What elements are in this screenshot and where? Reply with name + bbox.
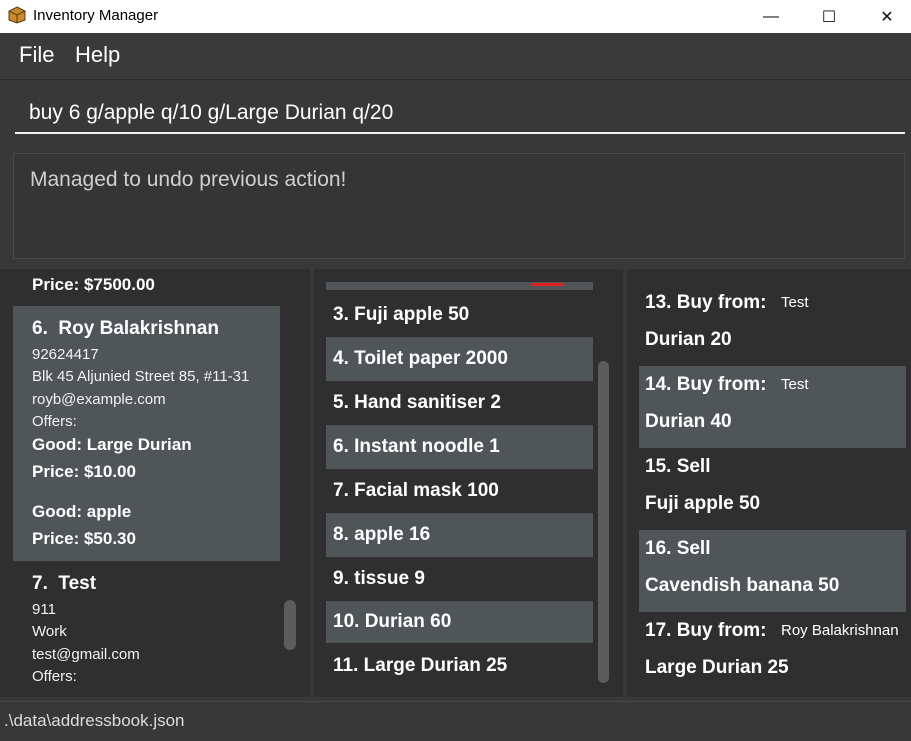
offer-price: Price: $50.30 <box>32 529 136 548</box>
command-input[interactable] <box>15 94 905 134</box>
person-list-scrollbar[interactable] <box>284 600 296 650</box>
offers-label: Offers: <box>32 413 77 430</box>
menu-bar: File Help <box>0 33 911 80</box>
transaction-row[interactable]: 14. Buy from: Test Durian 40 <box>639 366 906 448</box>
app-box-icon <box>8 6 26 24</box>
offer-price: Price: $10.00 <box>32 462 136 481</box>
transaction-row[interactable]: 15. Sell Fuji apple 50 <box>639 448 906 530</box>
transaction-header: 17. Buy from: <box>645 620 767 641</box>
good-row[interactable]: 11. Large Durian 25 <box>326 644 593 688</box>
transaction-header: 13. Buy from: <box>645 292 767 313</box>
inventory-list-scrollbar[interactable] <box>598 361 609 683</box>
window-title: Inventory Manager <box>33 7 159 24</box>
good-row[interactable]: 6. Instant noodle 1 <box>326 425 593 469</box>
person-address: Work <box>32 623 67 640</box>
maximize-button[interactable]: ☐ <box>800 0 858 33</box>
transaction-party: Roy Balakrishnan <box>781 622 899 639</box>
person-name: 6. Roy Balakrishnan <box>32 318 219 339</box>
good-row[interactable]: 5. Hand sanitiser 2 <box>326 381 593 425</box>
person-address: Blk 45 Aljunied Street 85, #11-31 <box>32 368 250 385</box>
offer-good: Good: apple <box>32 502 132 521</box>
transaction-row[interactable]: 17. Buy from: Roy Balakrishnan Large Dur… <box>639 612 906 694</box>
good-row[interactable]: 9. tissue 9 <box>326 557 593 601</box>
offers-label: Offers: <box>32 668 77 685</box>
transaction-good: Large Durian 25 <box>645 657 789 678</box>
transaction-row[interactable]: 16. Sell Cavendish banana 50 <box>639 530 906 612</box>
transaction-party: Test <box>781 376 809 393</box>
transaction-good: Durian 40 <box>645 411 732 432</box>
good-row[interactable]: 7. Facial mask 100 <box>326 469 593 513</box>
menu-file[interactable]: File <box>19 42 54 68</box>
person-email: royb@example.com <box>32 391 166 408</box>
person-phone: 911 <box>32 601 56 618</box>
offer-good: Good: Large Durian <box>32 435 192 454</box>
good-row[interactable]: 10. Durian 60 <box>326 601 593 643</box>
person-card[interactable]: 6. Roy Balakrishnan 92624417 Blk 45 Alju… <box>13 306 280 561</box>
transaction-list-panel[interactable]: 13. Buy from: Test Durian 20 14. Buy fro… <box>627 269 911 697</box>
minimize-button[interactable]: — <box>742 0 800 33</box>
transaction-party: Test <box>781 294 809 311</box>
inventory-list-panel[interactable]: 3. Fuji apple 50 4. Toilet paper 2000 5.… <box>314 269 623 697</box>
command-box <box>0 80 911 148</box>
transaction-header: 16. Sell <box>645 538 711 559</box>
person-phone: 92624417 <box>32 346 99 363</box>
transaction-header: 15. Sell <box>645 456 711 477</box>
partial-price: Price: $7500.00 <box>32 275 155 294</box>
error-indicator <box>531 283 563 286</box>
transaction-good: Fuji apple 50 <box>645 493 761 514</box>
transaction-good: Cavendish banana 50 <box>645 575 840 596</box>
person-card[interactable]: 7. Test 911 Work test@gmail.com Offers: <box>13 561 280 697</box>
menu-help[interactable]: Help <box>75 42 120 68</box>
good-row[interactable]: 3. Fuji apple 50 <box>326 293 593 337</box>
good-row[interactable]: 4. Toilet paper 2000 <box>326 337 593 381</box>
transaction-header: 14. Buy from: <box>645 374 767 395</box>
result-display: Managed to undo previous action! <box>0 148 911 266</box>
good-row[interactable]: 8. apple 16 <box>326 513 593 557</box>
title-bar: Inventory Manager — ☐ ✕ <box>0 0 911 33</box>
person-email: test@gmail.com <box>32 646 140 663</box>
transaction-row[interactable]: 13. Buy from: Test Durian 20 <box>639 284 906 366</box>
list-panels: Price: $7500.00 6. Roy Balakrishnan 9262… <box>0 266 911 701</box>
person-name: 7. Test <box>32 573 97 594</box>
close-button[interactable]: ✕ <box>858 0 911 33</box>
save-file-path: .\data\addressbook.json <box>4 711 185 730</box>
result-box: Managed to undo previous action! <box>13 153 905 259</box>
result-message: Managed to undo previous action! <box>30 168 347 191</box>
transaction-good: Durian 20 <box>645 329 732 350</box>
person-list-panel[interactable]: Price: $7500.00 6. Roy Balakrishnan 9262… <box>0 269 310 697</box>
status-bar: .\data\addressbook.json <box>0 701 911 741</box>
